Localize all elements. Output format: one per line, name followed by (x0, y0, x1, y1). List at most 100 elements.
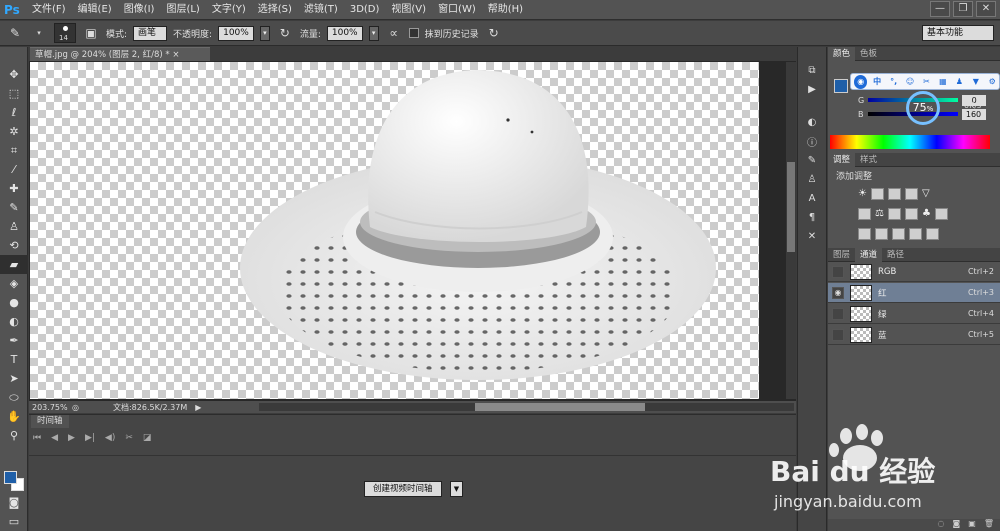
ime-chinese-mode-icon[interactable]: 中 (870, 75, 883, 89)
next-frame-icon[interactable]: ▶| (85, 433, 95, 443)
workspace-select[interactable]: 基本功能 (922, 25, 994, 41)
horizontal-scrollbar[interactable] (259, 403, 794, 411)
black-white-icon[interactable] (887, 208, 901, 220)
brightness-icon[interactable]: ☀ (858, 188, 867, 200)
color-lookup-icon[interactable] (934, 208, 948, 220)
create-video-timeline-dropdown[interactable]: ▼ (450, 481, 463, 497)
curves-icon[interactable] (887, 188, 901, 200)
menu-edit[interactable]: 编辑(E) (72, 0, 118, 20)
visibility-toggle[interactable] (832, 307, 844, 320)
eye-icon[interactable]: ◉ (832, 286, 844, 299)
exposure-icon[interactable] (904, 188, 918, 200)
document-tab[interactable]: 草帽.jpg @ 204% (图层 2, 红/8) * × (30, 47, 210, 61)
visibility-toggle[interactable] (832, 328, 844, 341)
status-menu-arrow-icon[interactable]: ▶ (195, 403, 201, 412)
canvas[interactable] (30, 62, 759, 399)
threshold-icon[interactable] (892, 228, 905, 240)
quick-mask-icon[interactable]: ◙ (0, 493, 28, 512)
type-tool-icon[interactable]: T (0, 350, 28, 369)
flow-dropdown[interactable]: ▾ (368, 25, 379, 41)
channel-row-rgb[interactable]: RGB Ctrl+2 (828, 262, 1000, 282)
erase-history-checkbox[interactable] (408, 28, 419, 38)
paragraph-panel-icon[interactable]: ¶ (798, 208, 826, 227)
ime-scissors-icon[interactable]: ✂ (920, 75, 933, 89)
color-spectrum-bar[interactable] (830, 135, 990, 149)
restore-button[interactable]: ❐ (953, 1, 973, 17)
eraser-tool-icon[interactable]: ▰ (0, 255, 28, 274)
prev-frame-icon[interactable]: ◀ (51, 433, 58, 443)
zoom-level[interactable]: 203.75% (32, 403, 68, 412)
create-video-timeline-button[interactable]: 创建视频时间轴 (364, 481, 442, 497)
visibility-toggle[interactable] (832, 265, 844, 278)
levels-icon[interactable] (870, 188, 884, 200)
eraser-tool-icon[interactable]: ✎ (6, 24, 24, 42)
move-tool-icon[interactable]: ✥ (0, 65, 28, 84)
invert-icon[interactable] (858, 228, 871, 240)
ime-emoji-icon[interactable]: ☺ (903, 75, 916, 89)
tab-swatches[interactable]: 色板 (855, 47, 882, 61)
selective-color-icon[interactable] (926, 228, 939, 240)
photo-filter-icon[interactable] (904, 208, 918, 220)
vertical-scrollbar[interactable] (786, 62, 796, 399)
first-frame-icon[interactable]: ⏮ (33, 433, 41, 443)
ime-user-icon[interactable]: ♟ (953, 75, 966, 89)
menu-filter[interactable]: 滤镜(T) (298, 0, 344, 20)
opacity-input[interactable]: 100% (218, 25, 254, 41)
tab-color[interactable]: 颜色 (828, 46, 856, 61)
actions-panel-icon[interactable]: ▶ (798, 80, 826, 99)
menu-file[interactable]: 文件(F) (26, 0, 72, 20)
ime-punctuation-icon[interactable]: °, (887, 75, 900, 89)
ime-settings-icon[interactable]: ⚙ (986, 75, 999, 89)
screen-mode-icon[interactable]: ▭ (0, 512, 28, 531)
airbrush-icon[interactable]: ∝ (385, 24, 403, 42)
play-icon[interactable]: ▶ (68, 433, 75, 443)
menu-view[interactable]: 视图(V) (385, 0, 432, 20)
transition-icon[interactable]: ◪ (143, 433, 152, 443)
menu-select[interactable]: 选择(S) (252, 0, 298, 20)
channel-row-red[interactable]: ◉ 红 Ctrl+3 (828, 283, 1000, 303)
healing-brush-tool-icon[interactable]: ✚ (0, 179, 28, 198)
zoom-tool-icon[interactable]: ⚲ (0, 426, 28, 445)
brush-tool-icon[interactable]: ✎ (0, 198, 28, 217)
adjustments-mini-icon[interactable]: ◐ (798, 113, 826, 132)
foreground-color-swatch[interactable] (4, 471, 17, 484)
tool-preset-dropdown-icon[interactable]: ▾ (30, 24, 48, 42)
dodge-tool-icon[interactable]: ◐ (0, 312, 28, 331)
channel-mixer-icon[interactable]: ♣ (922, 208, 931, 220)
color-foreground-swatch[interactable] (834, 79, 848, 93)
history-brush-tool-icon[interactable]: ⟲ (0, 236, 28, 255)
opacity-dropdown[interactable]: ▾ (259, 25, 270, 41)
gradient-map-icon[interactable] (909, 228, 922, 240)
vertical-scroll-thumb[interactable] (787, 162, 795, 252)
status-options-icon[interactable]: ◎ (72, 403, 79, 412)
character-panel-icon[interactable]: A (798, 189, 826, 208)
brush-panel-toggle-icon[interactable]: ▣ (82, 24, 100, 42)
ime-keyboard-icon[interactable]: ▦ (936, 75, 949, 89)
info-panel-icon[interactable]: ⓘ (798, 132, 826, 151)
tools-preset-icon[interactable]: ✕ (798, 227, 826, 246)
clone-stamp-tool-icon[interactable]: ♙ (0, 217, 28, 236)
posterize-icon[interactable] (875, 228, 888, 240)
pressure-opacity-icon[interactable]: ↻ (276, 24, 294, 42)
minimize-button[interactable]: — (930, 1, 950, 17)
flow-input[interactable]: 100% (326, 25, 363, 41)
menu-help[interactable]: 帮助(H) (482, 0, 529, 20)
path-selection-tool-icon[interactable]: ➤ (0, 369, 28, 388)
mode-select[interactable]: 画笔 (133, 25, 168, 41)
channel-row-green[interactable]: 绿 Ctrl+4 (828, 304, 1000, 324)
menu-3d[interactable]: 3D(D) (344, 0, 386, 20)
menu-window[interactable]: 窗口(W) (432, 0, 482, 20)
brush-panel-icon[interactable]: ✎ (798, 151, 826, 170)
channel-row-blue[interactable]: 蓝 Ctrl+5 (828, 325, 1000, 345)
menu-type[interactable]: 文字(Y) (206, 0, 252, 20)
close-button[interactable]: ✕ (976, 1, 996, 17)
lasso-tool-icon[interactable]: ℓ (0, 103, 28, 122)
paint-bucket-tool-icon[interactable]: ◈ (0, 274, 28, 293)
marquee-tool-icon[interactable]: ⬚ (0, 84, 28, 103)
ellipse-tool-icon[interactable]: ⬭ (0, 388, 28, 407)
pressure-size-icon[interactable]: ↻ (485, 24, 503, 42)
menu-layer[interactable]: 图层(L) (160, 0, 205, 20)
ime-skin-icon[interactable]: ▼ (969, 75, 982, 89)
timeline-tab[interactable]: 时间轴 (31, 415, 69, 428)
clone-source-icon[interactable]: ♙ (798, 170, 826, 189)
